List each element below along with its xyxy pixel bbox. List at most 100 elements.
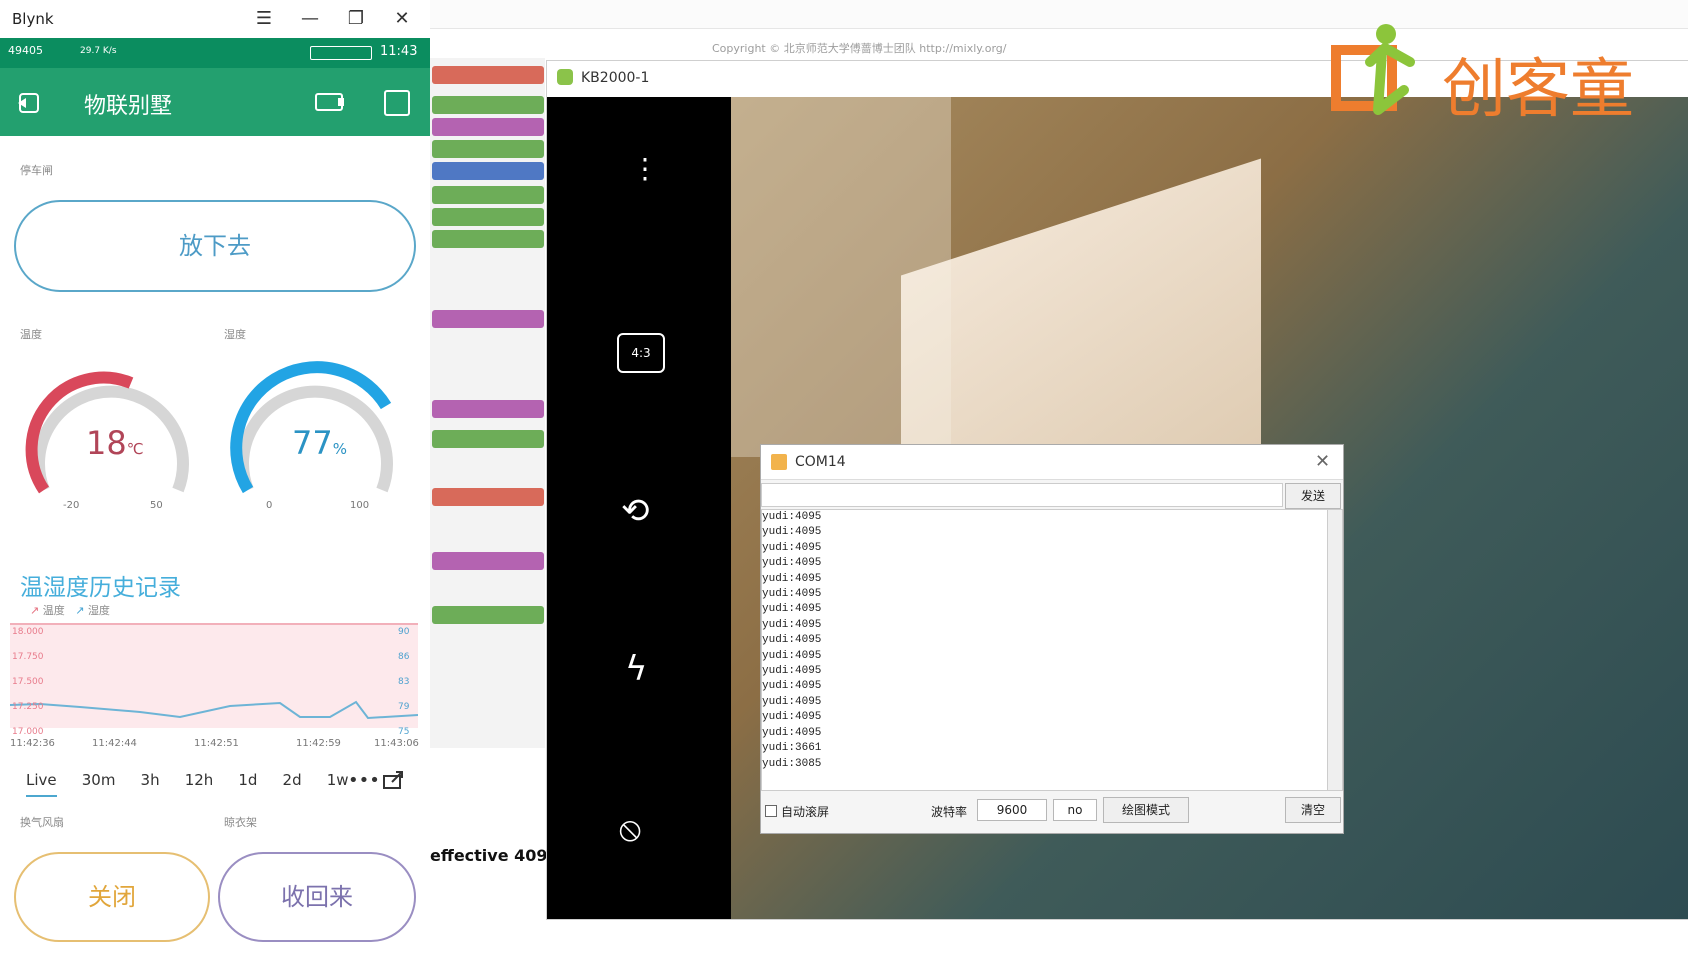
line-ending-select[interactable]: no (1053, 799, 1097, 821)
tab-1d[interactable]: 1d (238, 771, 257, 789)
time-axis-1: 11:42:44 (92, 738, 137, 749)
log-line: yudi:4095 (762, 603, 822, 616)
back-icon[interactable] (16, 88, 46, 118)
code-block[interactable] (432, 96, 544, 114)
brand-logo: 创客童 (1330, 24, 1688, 127)
aspect-ratio-icon[interactable]: 4:3 (617, 333, 665, 373)
code-block[interactable] (432, 400, 544, 418)
legend-humidity: 湿度 (87, 604, 110, 617)
restore-icon[interactable]: ❐ (342, 6, 370, 32)
chart-right-axis: 90 86 83 79 75 (398, 620, 409, 745)
kb2000-title: KB2000-1 (581, 70, 650, 86)
log-line: yudi:4095 (762, 557, 822, 570)
com-titlebar: COM14 ✕ (761, 445, 1343, 480)
parking-button[interactable]: 放下去 (14, 200, 416, 292)
serial-monitor-window: COM14 ✕ 发送 yudi:4095 yudi:4095 yudi:4095… (760, 444, 1344, 834)
baud-select[interactable]: 9600 (977, 799, 1047, 821)
time-axis-0: 11:42:36 (10, 738, 55, 749)
left-axis-0: 18.000 (12, 627, 44, 637)
tab-2d[interactable]: 2d (283, 771, 302, 789)
code-block[interactable] (432, 606, 544, 624)
tab-30m[interactable]: 30m (82, 771, 116, 789)
history-title: 温湿度历史记录 (20, 575, 181, 601)
right-axis-3: 79 (398, 702, 410, 712)
temperature-max: 50 (150, 500, 163, 511)
fan-button[interactable]: 关闭 (14, 852, 210, 942)
history-chart (10, 623, 418, 728)
status-speed: 29.7 K/s (80, 46, 117, 56)
log-line: yudi:4095 (762, 680, 822, 693)
battery-icon (310, 46, 372, 60)
minimize-icon[interactable]: — (296, 6, 324, 32)
log-line: yudi:4095 (762, 526, 822, 539)
serial-footer: 自动滚屏 波特率 9600 no 绘图模式 清空 (761, 797, 1343, 827)
brand-text: 创客童 (1442, 53, 1634, 127)
chart-left-axis: 18.000 17.750 17.500 17.250 17.000 (12, 620, 44, 745)
more-icon[interactable]: ••• (348, 770, 380, 791)
close-icon[interactable]: ✕ (388, 6, 416, 32)
close-icon[interactable]: ✕ (1315, 451, 1330, 472)
time-range-tabs: Live 30m 3h 12h 1d 2d 1w (26, 770, 369, 797)
code-block[interactable] (432, 140, 544, 158)
send-button[interactable]: 发送 (1285, 483, 1341, 509)
menu-icon[interactable]: ☰ (250, 6, 278, 32)
fullscreen-icon[interactable] (382, 88, 412, 118)
code-block[interactable] (432, 208, 544, 226)
tab-3h[interactable]: 3h (141, 771, 160, 789)
app-bar: 物联别墅 (0, 68, 430, 136)
android-icon (557, 69, 573, 85)
blynk-window: Blynk ☰ — ❐ ✕ 49405 29.7 K/s 11:43 物联别墅 … (0, 0, 431, 960)
drying-label: 晾衣架 (224, 816, 257, 829)
serial-input[interactable] (761, 483, 1283, 507)
code-block[interactable] (432, 552, 544, 570)
status-time: 11:43 (380, 44, 418, 59)
log-line: yudi:4095 (762, 665, 822, 678)
baud-label: 波特率 (931, 805, 968, 819)
temperature-unit: ℃ (126, 440, 144, 458)
code-blocks-panel (430, 58, 545, 748)
code-block[interactable] (432, 118, 544, 136)
export-icon[interactable] (382, 770, 406, 790)
log-line: yudi:4095 (762, 649, 822, 662)
time-axis-4: 11:43:06 (374, 738, 419, 749)
camera-off-icon[interactable]: ⦸ (619, 809, 641, 849)
left-axis-1: 17.750 (12, 652, 44, 662)
device-icon[interactable] (314, 88, 348, 116)
clear-button[interactable]: 清空 (1285, 797, 1341, 823)
tab-live[interactable]: Live (26, 771, 57, 797)
right-axis-0: 90 (398, 627, 410, 637)
code-block[interactable] (432, 186, 544, 204)
log-line: yudi:4095 (762, 511, 822, 523)
log-line: yudi:3085 (762, 757, 822, 770)
code-block[interactable] (432, 310, 544, 328)
log-line: yudi:4095 (762, 541, 822, 554)
legend-temp: 温度 (42, 604, 65, 617)
log-scrollbar[interactable] (1327, 509, 1343, 791)
flash-off-icon[interactable]: ϟ (625, 649, 647, 689)
tab-12h[interactable]: 12h (185, 771, 214, 789)
log-line: yudi:4095 (762, 618, 822, 631)
java-icon (771, 454, 787, 470)
status-id: 49405 (8, 44, 43, 57)
drying-button[interactable]: 收回来 (218, 852, 416, 942)
com-title: COM14 (795, 454, 846, 470)
code-block[interactable] (432, 488, 544, 506)
autoscroll-checkbox[interactable] (765, 805, 777, 817)
fan-label: 换气风扇 (20, 816, 64, 829)
log-line: yudi:4095 (762, 572, 822, 585)
app-title: 物联别墅 (84, 94, 173, 119)
camera-controls: ⋮ 4:3 ⟲ ϟ ⦸ (547, 97, 731, 919)
code-block[interactable] (432, 230, 544, 248)
window-title: Blynk (12, 10, 54, 28)
log-line: yudi:4095 (762, 695, 822, 708)
code-block[interactable] (432, 162, 544, 180)
more-vert-icon[interactable]: ⋮ (631, 155, 659, 183)
code-block[interactable] (432, 66, 544, 84)
tab-1w[interactable]: 1w (327, 771, 349, 789)
flip-off-icon[interactable]: ⟲ (621, 491, 650, 531)
time-axis-2: 11:42:51 (194, 738, 239, 749)
chart-legend: ↗ 温度 ↗ 湿度 (30, 604, 110, 617)
plot-mode-button[interactable]: 绘图模式 (1103, 797, 1189, 823)
code-block[interactable] (432, 430, 544, 448)
log-line: yudi:4095 (762, 711, 822, 724)
